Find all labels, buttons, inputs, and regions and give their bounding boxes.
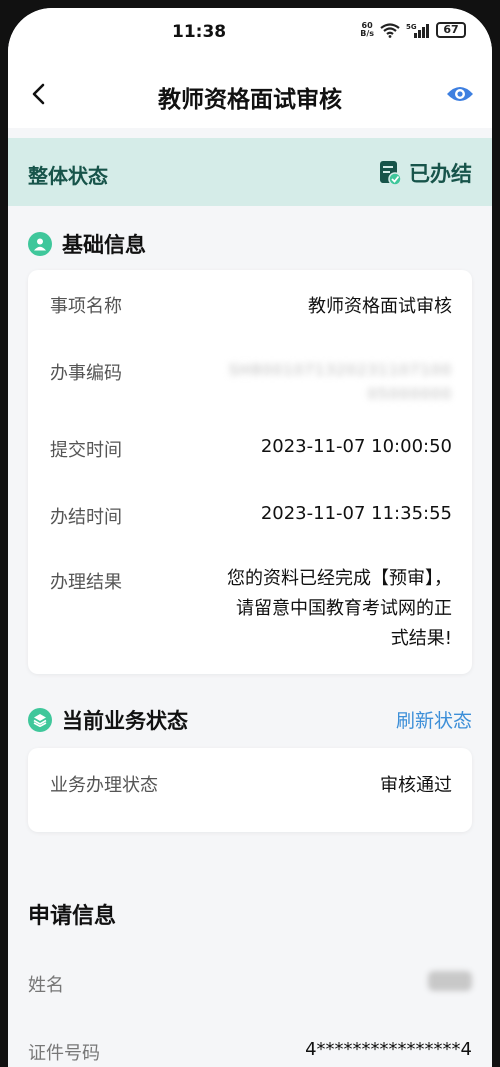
row-value-result: 您的资料已经完成【预审】，请留意中国教育考试网的正式结果!: [227, 568, 452, 649]
basic-info-header: 基础信息: [28, 229, 146, 259]
status-indicators: 60 B/s 5G 67: [360, 22, 466, 38]
business-status-header: 当前业务状态: [28, 705, 188, 735]
row-label-service-code: 办事编码: [50, 363, 122, 384]
row-value-submit-time: 2023-11-07 10:00:50: [260, 436, 452, 457]
battery-indicator: 67: [436, 22, 466, 38]
overall-status-value: 已办结: [409, 162, 472, 186]
row-label-result: 办理结果: [50, 572, 122, 593]
refresh-status-link[interactable]: 刷新状态: [396, 706, 472, 733]
user-icon: [28, 232, 52, 256]
network-type: 5G: [406, 23, 417, 31]
application-info-title: 申请信息: [28, 904, 117, 929]
page-title: 教师资格面试审核: [158, 87, 342, 113]
apply-value-id-number: 4****************4: [305, 1039, 472, 1060]
overall-status-bar: 整体状态 已办结: [8, 138, 492, 206]
app-screen: 11:38 60 B/s 5G 67 教师资格面试审核 整体状态 已办结 基础信…: [8, 8, 492, 1067]
navigation-header: 教师资格面试审核: [8, 60, 492, 128]
row-value-finish-time: 2023-11-07 11:35:55: [260, 503, 452, 524]
status-bar: 11:38 60 B/s 5G 67: [8, 8, 492, 60]
business-status-title: 当前业务状态: [62, 709, 188, 733]
overall-status-value-group: 已办结: [379, 158, 472, 188]
wifi-icon: [380, 22, 400, 38]
phone-frame: 11:38 60 B/s 5G 67 教师资格面试审核 整体状态 已办结 基础信…: [0, 0, 500, 1067]
signal-icon: 5G: [406, 22, 430, 38]
overall-status-label: 整体状态: [28, 164, 108, 188]
row-value-business-status: 审核通过: [380, 775, 452, 796]
layers-icon: [28, 708, 52, 732]
row-label-finish-time: 办结时间: [50, 507, 122, 528]
apply-label-name: 姓名: [28, 975, 64, 996]
row-value-item-name: 教师资格面试审核: [308, 296, 452, 317]
row-label-business-status: 业务办理状态: [50, 775, 158, 796]
row-label-item-name: 事项名称: [50, 296, 122, 317]
apply-value-name-redacted: [428, 971, 472, 991]
doc-check-icon: [379, 160, 402, 186]
business-status-card: 业务办理状态 审核通过: [28, 748, 472, 832]
basic-info-card: 事项名称 教师资格面试审核 办事编码 SH8001071320231107100…: [28, 270, 472, 674]
net-speed-unit: B/s: [360, 29, 374, 38]
row-value-service-code: SH800107132023110710005000000: [228, 361, 452, 403]
row-label-submit-time: 提交时间: [50, 440, 122, 461]
net-speed: 60 B/s: [360, 22, 374, 38]
application-info-section: 申请信息 姓名 证件号码 4****************4: [8, 868, 492, 1067]
eye-icon[interactable]: [446, 84, 474, 104]
apply-label-id-number: 证件号码: [28, 1043, 100, 1064]
status-time: 11:38: [172, 22, 227, 42]
basic-info-title: 基础信息: [62, 233, 146, 257]
